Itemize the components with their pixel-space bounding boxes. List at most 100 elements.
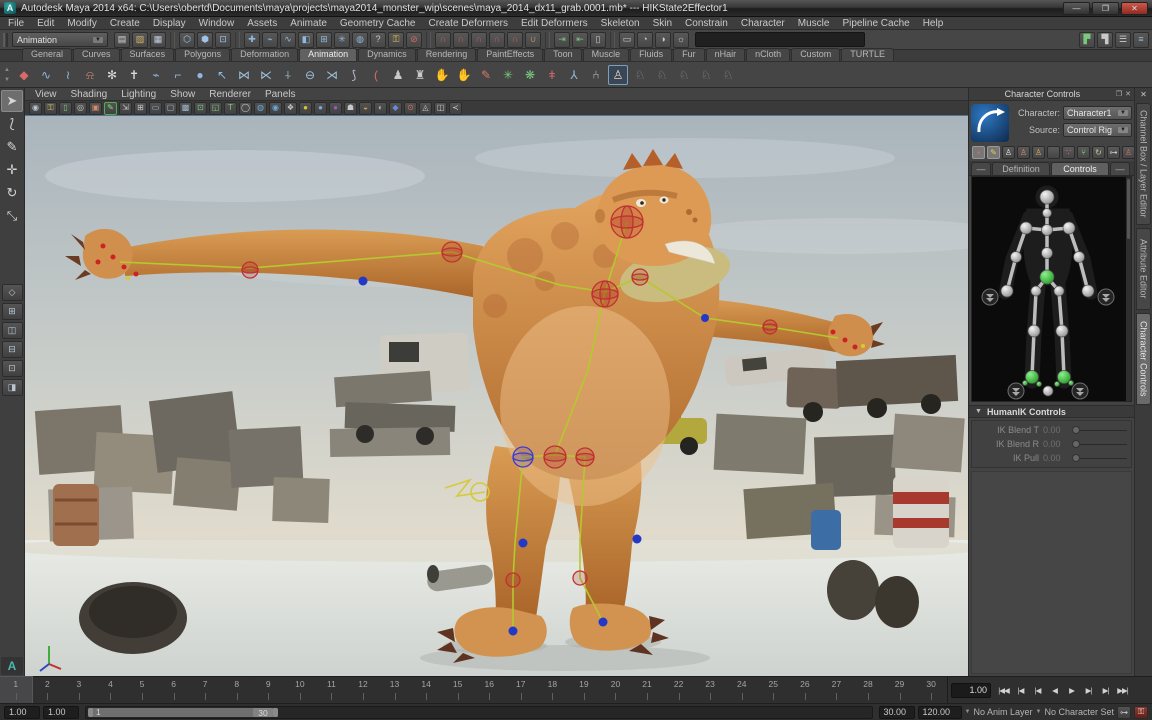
2d-pan-zoom-icon[interactable]: ⇲ xyxy=(119,102,132,115)
make-live-icon[interactable]: ∪ xyxy=(525,32,541,48)
range-end-handle[interactable]: 30 xyxy=(253,708,273,717)
character-controls-header[interactable]: Character Controls ❐ ✕ xyxy=(969,88,1134,101)
motion-blur-icon[interactable]: ◐ xyxy=(374,102,387,115)
select-object-icon[interactable]: ⬢ xyxy=(197,32,213,48)
frame-tick[interactable]: 17 xyxy=(505,677,537,703)
cc-tab[interactable]: — xyxy=(1110,162,1130,175)
character-set-icon[interactable]: ✻ xyxy=(102,65,122,85)
insert-joint-tool-icon[interactable]: ● xyxy=(190,65,210,85)
add-keying-group-icon[interactable]: ∵ xyxy=(1062,146,1075,159)
four-pane-layout-button[interactable]: ⊞ xyxy=(2,303,23,320)
orient-joint-icon[interactable]: ⍭ xyxy=(278,65,298,85)
xray-icon[interactable]: ⊙ xyxy=(404,102,417,115)
frame-tick[interactable]: 14 xyxy=(410,677,442,703)
motion-trail-icon[interactable]: ♘ xyxy=(696,65,716,85)
panel-menu-item[interactable]: Renderer xyxy=(209,89,251,100)
frame-tick[interactable]: 4 xyxy=(95,677,127,703)
title-bar[interactable]: A Autodesk Maya 2014 x64: C:\Users\obert… xyxy=(0,0,1152,17)
input-connections-icon[interactable]: ⇥ xyxy=(554,32,570,48)
go-to-end-button[interactable]: ▶▶| xyxy=(1114,682,1131,698)
shelf-tab[interactable]: PaintEffects xyxy=(477,48,543,61)
shelf-tab[interactable]: Fur xyxy=(673,48,705,61)
menu-item[interactable]: Help xyxy=(923,18,944,29)
character-picker[interactable] xyxy=(971,176,1132,402)
unghost-selected-icon[interactable]: ♘ xyxy=(652,65,672,85)
divider[interactable] xyxy=(235,32,240,48)
grease-pencil-icon[interactable]: ✎ xyxy=(104,102,117,115)
select-joints-icon[interactable]: ⌁ xyxy=(262,32,278,48)
divider[interactable] xyxy=(170,32,175,48)
lighting-default-icon[interactable]: ● xyxy=(314,102,327,115)
set-key-link-icon[interactable]: ⊶ xyxy=(1117,706,1131,719)
joint-tool-icon[interactable]: ⌁ xyxy=(146,65,166,85)
lock-selection-icon[interactable]: ⚿ xyxy=(388,32,404,48)
select-component-icon[interactable]: ⊡ xyxy=(215,32,231,48)
reroot-skeleton-icon[interactable]: ↖ xyxy=(212,65,232,85)
multisample-icon[interactable]: ◆ xyxy=(389,102,402,115)
set-keyframe-icon[interactable]: ◆ xyxy=(14,65,34,85)
play-forwards-button[interactable]: ▶ xyxy=(1063,682,1080,698)
panel-menu-item[interactable]: Shading xyxy=(71,89,108,100)
mirror-pose-icon[interactable]: ⑂ xyxy=(1077,146,1090,159)
effector-visibility-icon[interactable]: ♙ xyxy=(1032,146,1045,159)
current-time-field[interactable]: 1.00 xyxy=(951,683,991,698)
frame-tick[interactable]: 9 xyxy=(253,677,285,703)
mirror-joint-icon[interactable]: ⋉ xyxy=(256,65,276,85)
step-back-key-button[interactable]: |◀ xyxy=(1029,682,1046,698)
playback-range-bar[interactable]: 1 30 xyxy=(88,708,278,717)
menu-item[interactable]: Muscle xyxy=(798,18,830,29)
auto-keyframe-icon[interactable]: ⚿ xyxy=(1134,706,1148,719)
pin-icon[interactable]: ⊶ xyxy=(1107,146,1120,159)
go-to-start-button[interactable]: |◀◀ xyxy=(995,682,1012,698)
panel-menu-item[interactable]: Lighting xyxy=(121,89,156,100)
divider[interactable] xyxy=(545,32,550,48)
time-slider-ticks[interactable]: 1234567891011121314151617181920212223242… xyxy=(0,677,948,703)
close-button[interactable]: ✕ xyxy=(1121,2,1148,15)
hypershade-layout-button[interactable]: ⊡ xyxy=(2,360,23,377)
select-dynamics-icon[interactable]: ✳ xyxy=(334,32,350,48)
shaded-icon[interactable]: ◍ xyxy=(254,102,267,115)
frame-tick[interactable]: 30 xyxy=(915,677,947,703)
shadows-icon[interactable]: ☗ xyxy=(344,102,357,115)
scale-tool[interactable]: ⤡ xyxy=(1,205,23,227)
step-forward-key-button[interactable]: ▶| xyxy=(1080,682,1097,698)
persp-graph-layout-button[interactable]: ⊟ xyxy=(2,341,23,358)
shelf-tab[interactable]: Curves xyxy=(73,48,120,61)
cc-tab[interactable]: — xyxy=(971,162,991,175)
smooth-bind-icon[interactable]: ♟ xyxy=(388,65,408,85)
slider-track[interactable] xyxy=(1073,444,1127,445)
toggle-attribute-editor-icon[interactable]: ☰ xyxy=(1115,32,1131,48)
construction-history-icon[interactable]: ▯ xyxy=(590,32,606,48)
frame-tick[interactable]: 15 xyxy=(442,677,474,703)
create-cluster-icon[interactable]: ❋ xyxy=(520,65,540,85)
frame-tick[interactable]: 26 xyxy=(789,677,821,703)
shelf-tab[interactable]: General xyxy=(22,48,72,61)
panel-menu-item[interactable]: Show xyxy=(170,89,195,100)
step-forward-frame-button[interactable]: ▶| xyxy=(1097,682,1114,698)
menu-item[interactable]: Animate xyxy=(290,18,327,29)
select-misc-icon[interactable]: ? xyxy=(370,32,386,48)
image-plane-icon[interactable]: ▣ xyxy=(89,102,102,115)
gamma-icon[interactable]: ≺ xyxy=(449,102,462,115)
set-preferred-angle-icon[interactable]: ( xyxy=(366,65,386,85)
paint-attributes-icon[interactable]: ✎ xyxy=(476,65,496,85)
snap-point-icon[interactable]: ∩ xyxy=(471,32,487,48)
frame-tick[interactable]: 24 xyxy=(726,677,758,703)
move-tool[interactable]: ✛ xyxy=(1,159,23,181)
frame-tick[interactable]: 25 xyxy=(758,677,790,703)
divider[interactable] xyxy=(1047,146,1060,159)
connect-joint-icon[interactable]: ⋈ xyxy=(234,65,254,85)
frame-tick[interactable]: 2 xyxy=(32,677,64,703)
play-backwards-button[interactable]: ◀ xyxy=(1046,682,1063,698)
animation-snapshot-icon[interactable]: ⑃ xyxy=(586,65,606,85)
motion-path-icon[interactable]: ⅄ xyxy=(564,65,584,85)
slider-track[interactable] xyxy=(1073,458,1127,459)
playblast-icon[interactable]: ♘ xyxy=(674,65,694,85)
new-scene-icon[interactable]: ▤ xyxy=(114,32,130,48)
divider[interactable] xyxy=(610,32,615,48)
frame-tick[interactable]: 23 xyxy=(694,677,726,703)
resolution-gate-icon[interactable]: ▢ xyxy=(164,102,177,115)
move-key-tool-icon[interactable]: ∿ xyxy=(36,65,56,85)
menu-set-dropdown[interactable]: Animation ▼ xyxy=(12,32,108,47)
render-current-frame-icon[interactable]: ◔ xyxy=(637,32,653,48)
